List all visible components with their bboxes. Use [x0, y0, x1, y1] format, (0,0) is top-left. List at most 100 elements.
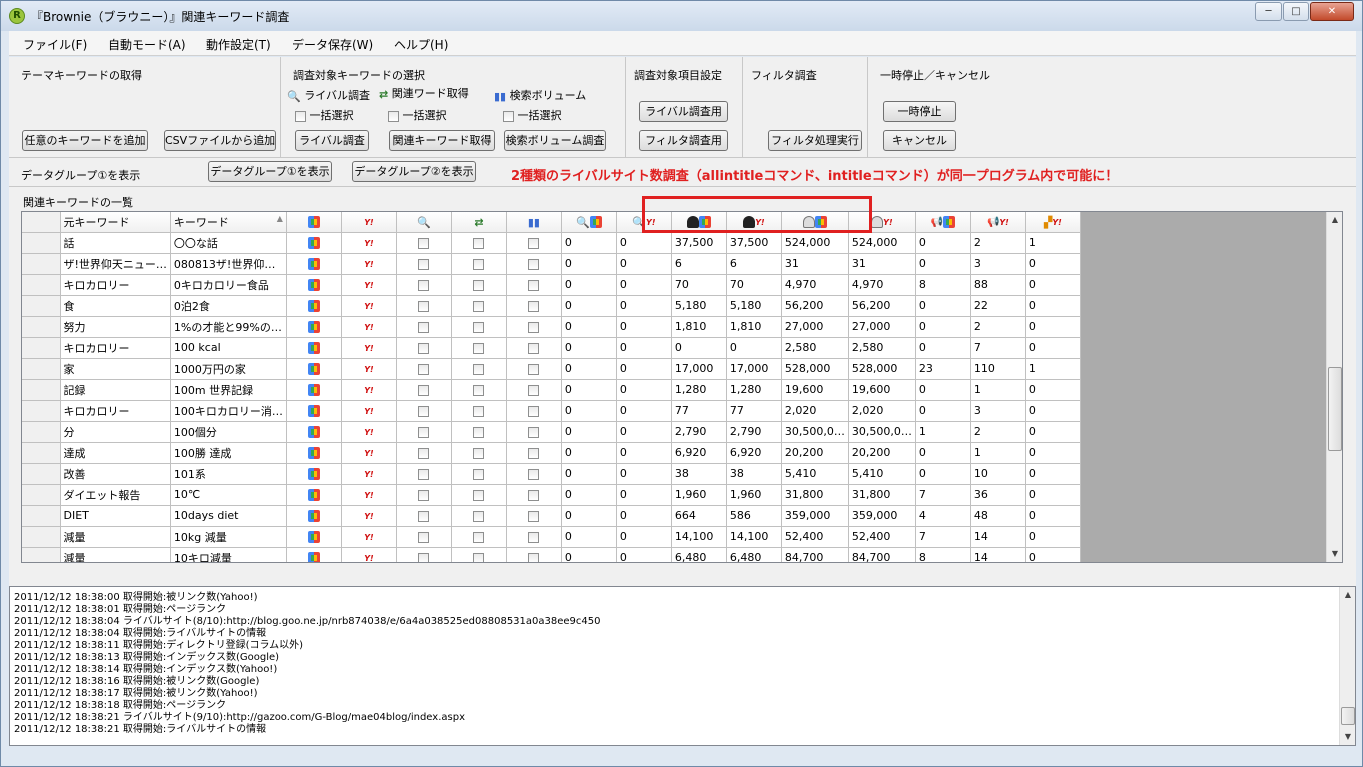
- checkbox[interactable]: [473, 426, 485, 438]
- yahoo-link-cell[interactable]: Y!: [341, 526, 397, 548]
- table-row[interactable]: ザ!世界仰天ニュー… 080813ザ!世界仰… Y! 0 0 6 6 31 31 0 3 0: [22, 253, 1081, 275]
- select-checkbox-cell[interactable]: [506, 547, 562, 562]
- table-row[interactable]: 話〇〇な話 Y! 0 0 37,500 37,500 524,000 524,000 0 2 1: [22, 232, 1081, 254]
- select-checkbox-cell[interactable]: [451, 316, 507, 338]
- select-checkbox-cell[interactable]: [506, 274, 562, 296]
- select-checkbox-cell[interactable]: [451, 526, 507, 548]
- row-header[interactable]: [22, 400, 61, 422]
- yahoo-link-cell[interactable]: Y!: [341, 295, 397, 317]
- col-keyword[interactable]: キーワード ▲: [170, 212, 287, 233]
- table-row[interactable]: キロカロリー 100 kcal Y! 0 0 0 0 2,580 2,580 0 7 0: [22, 337, 1081, 359]
- checkbox[interactable]: [418, 552, 430, 562]
- google-link-cell[interactable]: [286, 316, 342, 338]
- row-header[interactable]: [22, 526, 61, 548]
- select-checkbox-cell[interactable]: [396, 274, 452, 296]
- table-row[interactable]: キロカロリー 100キロカロリー消… Y! 0 0 77 77 2,020 2,020 0 3 0: [22, 400, 1081, 422]
- checkbox[interactable]: [473, 552, 485, 562]
- yahoo-link-cell[interactable]: Y!: [341, 421, 397, 443]
- scroll-thumb[interactable]: [1328, 367, 1342, 451]
- checkbox[interactable]: [528, 552, 540, 562]
- checkbox[interactable]: [528, 405, 540, 417]
- scroll-down-button[interactable]: ▼: [1340, 729, 1356, 745]
- select-checkbox-cell[interactable]: [451, 547, 507, 562]
- checkbox[interactable]: [528, 279, 540, 291]
- google-link-cell[interactable]: [286, 463, 342, 485]
- select-checkbox-cell[interactable]: [451, 484, 507, 506]
- row-header[interactable]: [22, 232, 61, 254]
- table-row[interactable]: 家 1000万円の家 Y! 0 0 17,000 17,000 528,000 528,000 2…: [22, 358, 1081, 380]
- checkbox[interactable]: [473, 510, 485, 522]
- checkbox[interactable]: [418, 426, 430, 438]
- select-checkbox-cell[interactable]: [451, 463, 507, 485]
- table-row[interactable]: 減量 10kg 減量 Y! 0 0 14,100 14,100 52,400 52,400 7 14…: [22, 526, 1081, 548]
- select-checkbox-cell[interactable]: [396, 463, 452, 485]
- select-checkbox-cell[interactable]: [506, 379, 562, 401]
- checkbox[interactable]: [473, 489, 485, 501]
- yahoo-link-cell[interactable]: Y!: [341, 442, 397, 464]
- select-checkbox-cell[interactable]: [451, 232, 507, 254]
- col-rival-check[interactable]: 🔍: [396, 212, 452, 233]
- select-checkbox-cell[interactable]: [396, 421, 452, 443]
- checkbox[interactable]: [418, 237, 430, 249]
- row-header[interactable]: [22, 337, 61, 359]
- checkbox[interactable]: [388, 110, 399, 122]
- checkbox[interactable]: [418, 363, 430, 375]
- log-panel[interactable]: 2011/12/12 18:38:00 取得開始:被リンク数(Yahoo!) 20…: [9, 586, 1356, 746]
- google-link-cell[interactable]: [286, 232, 342, 254]
- select-all-volume[interactable]: 一括選択: [503, 107, 562, 123]
- select-checkbox-cell[interactable]: [506, 421, 562, 443]
- select-checkbox-cell[interactable]: [451, 274, 507, 296]
- select-checkbox-cell[interactable]: [451, 379, 507, 401]
- scroll-thumb[interactable]: [1341, 707, 1355, 725]
- row-header[interactable]: [22, 379, 61, 401]
- select-checkbox-cell[interactable]: [396, 400, 452, 422]
- select-checkbox-cell[interactable]: [451, 358, 507, 380]
- checkbox[interactable]: [528, 342, 540, 354]
- checkbox[interactable]: [528, 447, 540, 459]
- select-checkbox-cell[interactable]: [506, 526, 562, 548]
- checkbox[interactable]: [418, 405, 430, 417]
- related-keyword-button[interactable]: 関連キーワード取得: [389, 130, 495, 151]
- scroll-down-button[interactable]: ▼: [1327, 546, 1342, 562]
- select-checkbox-cell[interactable]: [451, 400, 507, 422]
- google-link-cell[interactable]: [286, 421, 342, 443]
- row-header[interactable]: [22, 274, 61, 296]
- minimize-button[interactable]: ─: [1255, 2, 1282, 21]
- select-checkbox-cell[interactable]: [451, 253, 507, 275]
- table-row[interactable]: 記録 100m 世界記録 Y! 0 0 1,280 1,280 19,600 19,600 0 1 0: [22, 379, 1081, 401]
- google-link-cell[interactable]: [286, 253, 342, 275]
- row-header[interactable]: [22, 547, 61, 562]
- yahoo-link-cell[interactable]: Y!: [341, 463, 397, 485]
- checkbox[interactable]: [473, 405, 485, 417]
- table-row[interactable]: 達成 100勝 達成 Y! 0 0 6,920 6,920 20,200 20,200 0 1 0: [22, 442, 1081, 464]
- checkbox[interactable]: [528, 531, 540, 543]
- yahoo-link-cell[interactable]: Y!: [341, 274, 397, 296]
- checkbox[interactable]: [473, 342, 485, 354]
- checkbox[interactable]: [528, 321, 540, 333]
- select-checkbox-cell[interactable]: [396, 295, 452, 317]
- select-checkbox-cell[interactable]: [451, 442, 507, 464]
- checkbox[interactable]: [528, 300, 540, 312]
- rival-items-button[interactable]: ライバル調査用: [639, 101, 728, 122]
- google-link-cell[interactable]: [286, 484, 342, 506]
- table-row[interactable]: 努力 1%の才能と99%の… Y! 0 0 1,810 1,810 27,000 27,000 0…: [22, 316, 1081, 338]
- menu-settings[interactable]: 動作設定(T): [206, 36, 271, 53]
- row-header[interactable]: [22, 316, 61, 338]
- checkbox[interactable]: [528, 489, 540, 501]
- checkbox[interactable]: [418, 342, 430, 354]
- checkbox[interactable]: [473, 279, 485, 291]
- checkbox[interactable]: [473, 363, 485, 375]
- checkbox[interactable]: [418, 384, 430, 396]
- checkbox[interactable]: [418, 258, 430, 270]
- checkbox[interactable]: [418, 321, 430, 333]
- checkbox[interactable]: [418, 447, 430, 459]
- col-related-check[interactable]: ⇄: [451, 212, 507, 233]
- yahoo-link-cell[interactable]: Y!: [341, 253, 397, 275]
- keyword-grid[interactable]: 元キーワード キーワード ▲ Y! 🔍 ⇄ ▮▮ 🔍 🔍Y! Y! Y! 📢 📢…: [21, 211, 1343, 563]
- menu-file[interactable]: ファイル(F): [23, 36, 87, 53]
- yahoo-link-cell[interactable]: Y!: [341, 232, 397, 254]
- select-checkbox-cell[interactable]: [396, 442, 452, 464]
- yahoo-link-cell[interactable]: Y!: [341, 484, 397, 506]
- google-link-cell[interactable]: [286, 379, 342, 401]
- col-yahoo[interactable]: Y!: [341, 212, 397, 233]
